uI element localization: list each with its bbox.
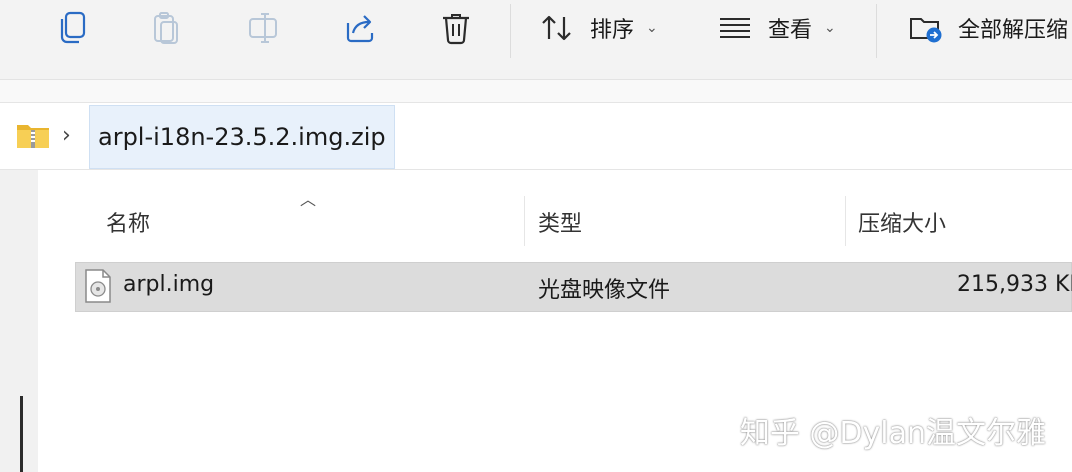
command-bar: 排序 ⌄ 查看 ⌄ 全部解压缩: [0, 0, 1072, 80]
paste-button[interactable]: [146, 8, 186, 48]
breadcrumb-label: arpl-i18n-23.5.2.img.zip: [98, 123, 386, 151]
navigation-scrollbar[interactable]: [20, 396, 23, 472]
column-divider[interactable]: [845, 196, 846, 246]
share-icon: [346, 15, 374, 43]
extract-all-button[interactable]: 全部解压缩: [908, 10, 1068, 46]
watermark: 知乎 @Dylan温文尔雅: [739, 416, 1046, 451]
breadcrumb-current[interactable]: arpl-i18n-23.5.2.img.zip: [89, 105, 395, 169]
file-type: 光盘映像文件: [538, 278, 671, 303]
share-button[interactable]: [340, 8, 380, 48]
rename-button[interactable]: [244, 8, 284, 48]
rename-icon: [249, 13, 277, 43]
paste-icon: [154, 12, 178, 44]
file-compressed-size: 215,933 KB: [957, 272, 1072, 297]
toolbar-separator: [510, 4, 511, 58]
file-name: arpl.img: [123, 272, 215, 297]
delete-button[interactable]: [436, 8, 476, 48]
sort-ascending-icon: ︿: [300, 190, 317, 209]
sort-button[interactable]: 排序 ⌄: [540, 10, 658, 46]
column-header-type[interactable]: 类型: [538, 206, 582, 238]
sort-icon: [542, 15, 571, 41]
column-divider[interactable]: [524, 196, 525, 246]
navigation-pane: [0, 170, 38, 472]
view-label: 查看: [768, 18, 813, 43]
disc-image-file-icon: [84, 268, 112, 308]
extract-all-label: 全部解压缩: [958, 18, 1069, 43]
column-header-name[interactable]: 名称: [106, 206, 150, 238]
list-view-icon: [720, 18, 750, 38]
column-header-compressed-size[interactable]: 压缩大小: [858, 206, 946, 238]
view-button[interactable]: 查看 ⌄: [718, 10, 836, 46]
toolbar-separator: [876, 4, 877, 58]
trash-icon: [443, 14, 469, 45]
extract-folder-icon: [910, 18, 942, 43]
copy-button[interactable]: [52, 8, 92, 48]
address-bar: › arpl-i18n-23.5.2.img.zip: [0, 102, 1072, 170]
zip-folder-icon[interactable]: [16, 121, 50, 153]
copy-icon: [60, 11, 86, 44]
chevron-down-icon: ⌄: [824, 20, 836, 36]
sort-label: 排序: [590, 18, 635, 43]
chevron-right-icon: ›: [62, 123, 71, 148]
chevron-down-icon: ⌄: [646, 20, 658, 36]
